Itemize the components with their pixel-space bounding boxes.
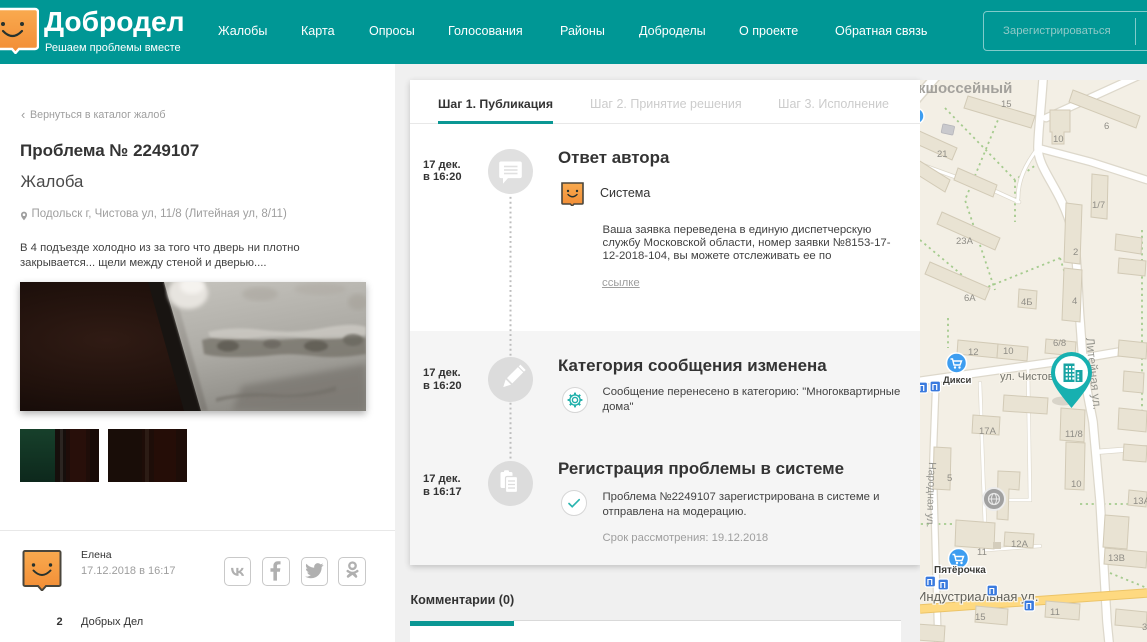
svg-text:13А: 13А	[1133, 496, 1147, 507]
svg-text:10: 10	[1003, 346, 1014, 357]
svg-text:13В: 13В	[1108, 553, 1125, 564]
svg-text:10: 10	[1053, 134, 1064, 145]
svg-text:Дикси: Дикси	[943, 375, 972, 386]
svg-text:П: П	[927, 577, 933, 587]
svg-text:6: 6	[1104, 121, 1109, 132]
svg-text:кшоссейный: кшоссейный	[920, 80, 1012, 97]
svg-text:Народная ул.: Народная ул.	[924, 462, 938, 528]
svg-text:15: 15	[975, 612, 986, 623]
svg-text:П: П	[1026, 601, 1032, 611]
svg-text:6/8: 6/8	[1053, 338, 1066, 349]
svg-text:П: П	[989, 586, 995, 596]
svg-text:4Б: 4Б	[1021, 297, 1033, 308]
svg-text:11: 11	[977, 547, 987, 558]
svg-text:1/7: 1/7	[1092, 200, 1105, 211]
svg-text:3: 3	[1142, 622, 1147, 633]
svg-text:6А: 6А	[964, 293, 976, 304]
svg-text:П: П	[932, 382, 938, 392]
svg-text:Индустриальная ул.: Индустриальная ул.	[920, 589, 1038, 604]
svg-text:17А: 17А	[979, 426, 997, 437]
svg-text:11: 11	[1050, 607, 1060, 618]
svg-text:15: 15	[1001, 99, 1012, 110]
svg-text:4: 4	[1072, 296, 1077, 307]
svg-text:11/8: 11/8	[1065, 429, 1083, 440]
svg-text:П: П	[920, 383, 925, 393]
svg-text:П: П	[940, 580, 946, 590]
svg-text:5: 5	[947, 473, 952, 484]
svg-text:12А: 12А	[1011, 539, 1029, 550]
svg-text:23А: 23А	[956, 236, 974, 247]
svg-text:12: 12	[968, 347, 979, 358]
svg-text:10: 10	[1071, 479, 1082, 490]
svg-text:2: 2	[1073, 247, 1078, 258]
svg-text:21: 21	[937, 149, 948, 160]
svg-text:Пятёрочка: Пятёрочка	[934, 565, 986, 576]
